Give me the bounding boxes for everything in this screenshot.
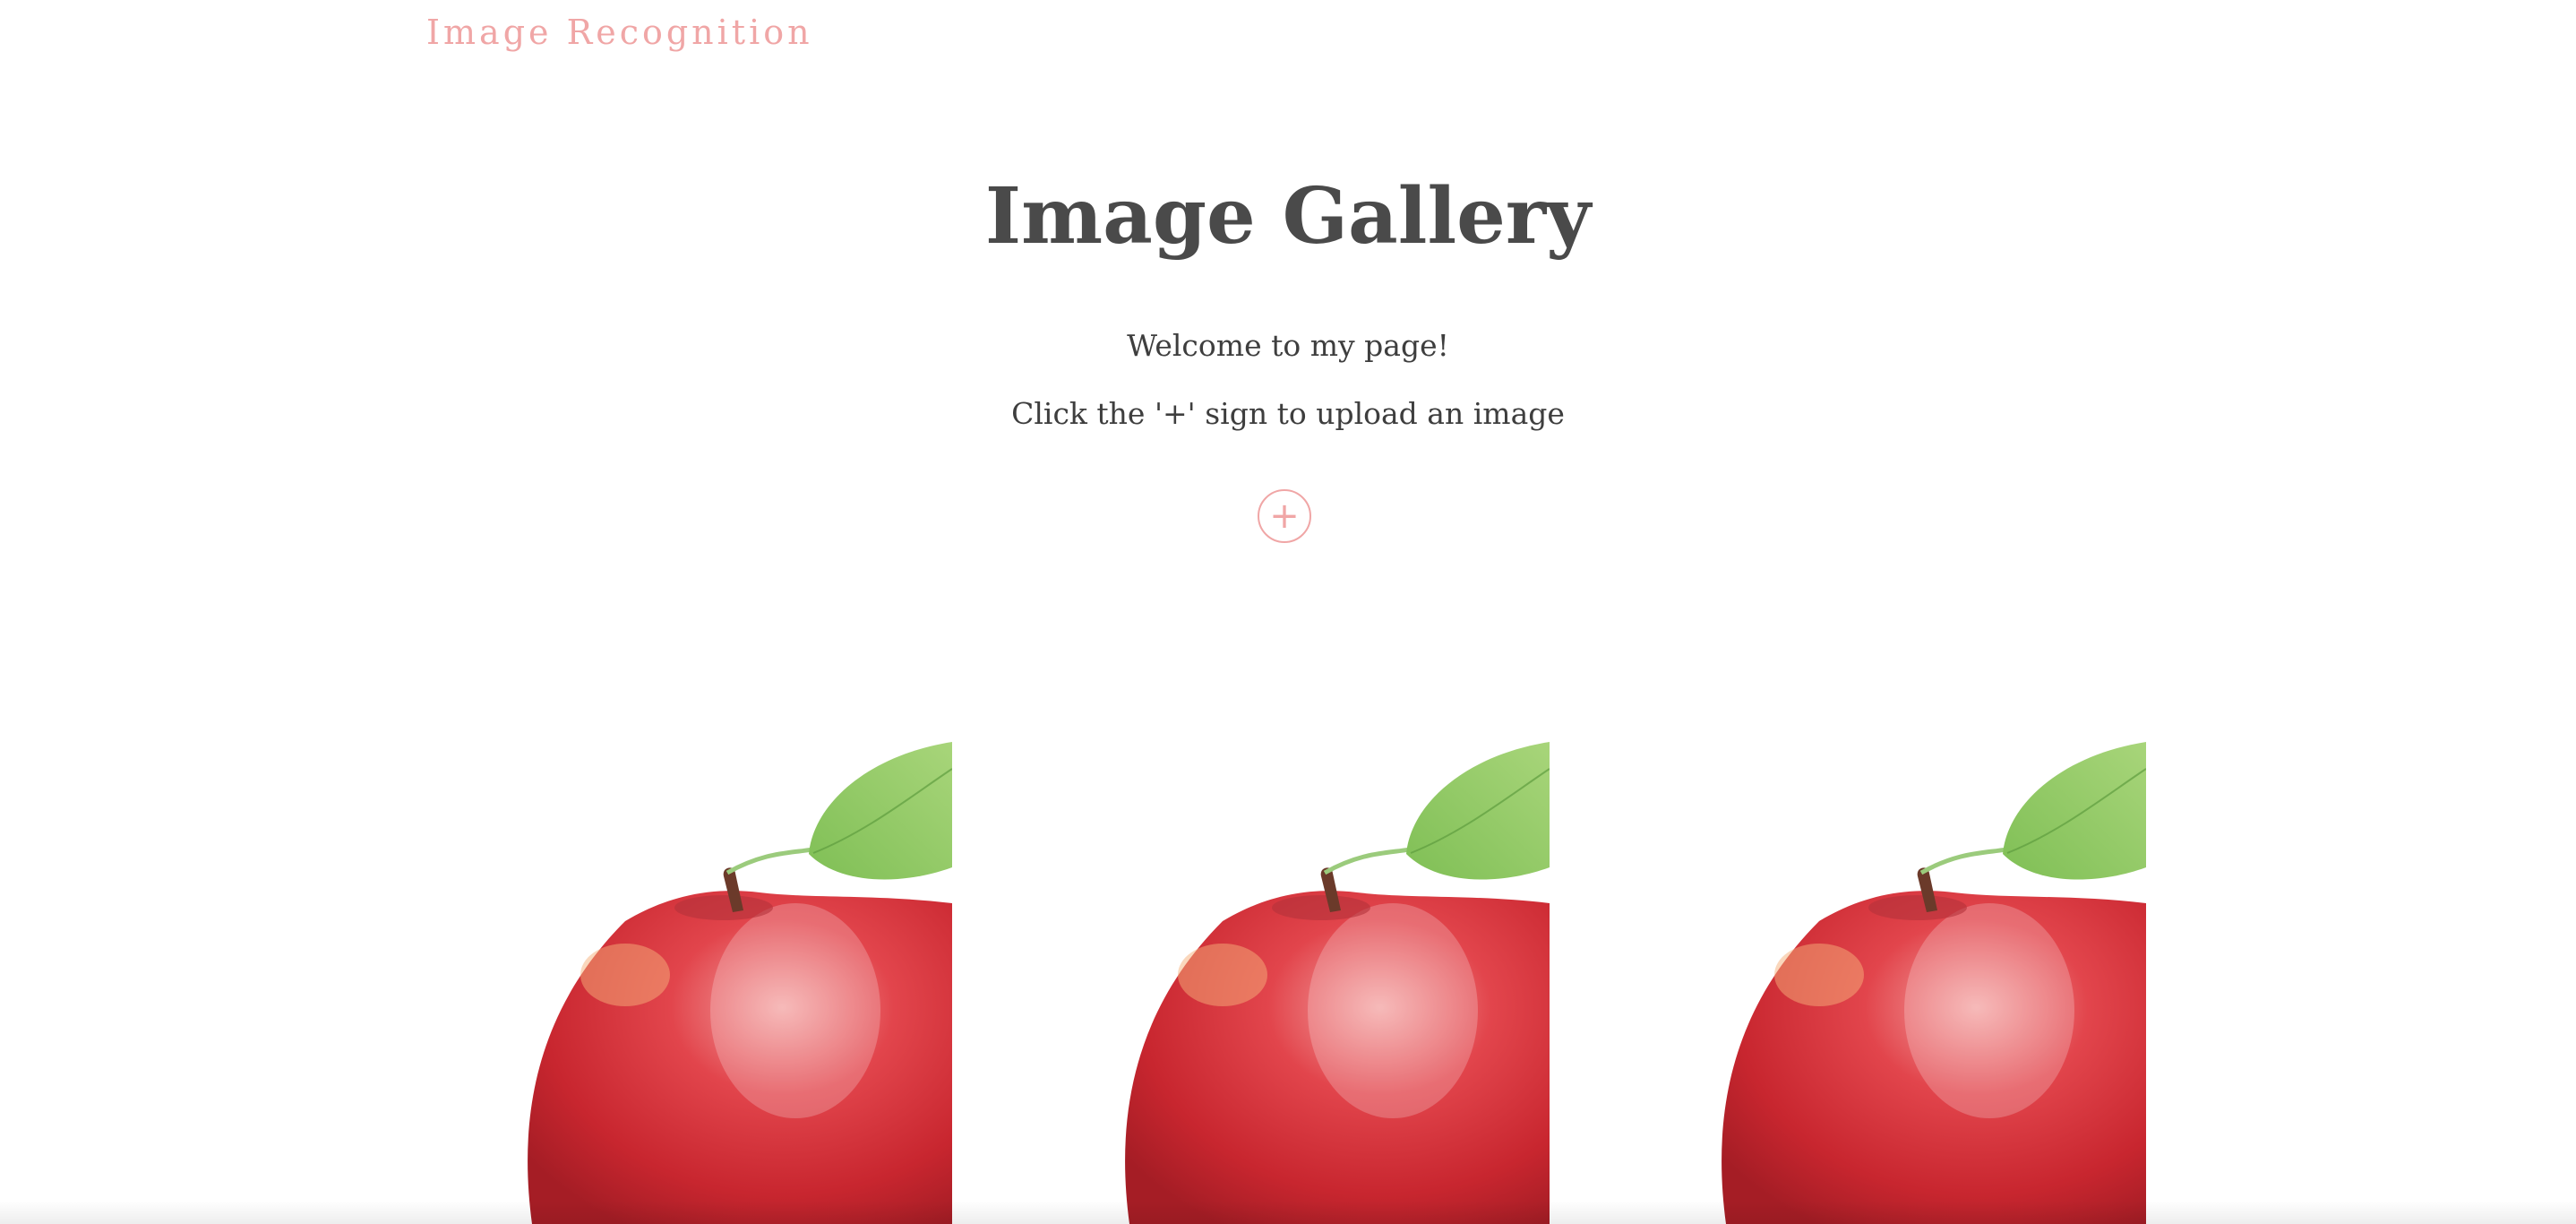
upload-image-button[interactable]: + <box>1258 489 1311 543</box>
gallery-item[interactable] <box>500 742 952 1224</box>
page: Image Recognition Image Gallery Welcome … <box>0 0 2576 1224</box>
apple-image <box>1125 742 1550 1224</box>
apple-image <box>528 742 952 1224</box>
welcome-text: Welcome to my page! <box>1127 328 1449 363</box>
apple-image <box>1722 742 2146 1224</box>
brand-link[interactable]: Image Recognition <box>426 13 813 52</box>
upload-instruction: Click the '+' sign to upload an image <box>1011 396 1565 431</box>
plus-icon: + <box>1269 496 1300 537</box>
gallery-item[interactable] <box>1694 742 2146 1224</box>
gallery-item[interactable] <box>1097 742 1550 1224</box>
page-title: Image Gallery <box>984 171 1592 262</box>
